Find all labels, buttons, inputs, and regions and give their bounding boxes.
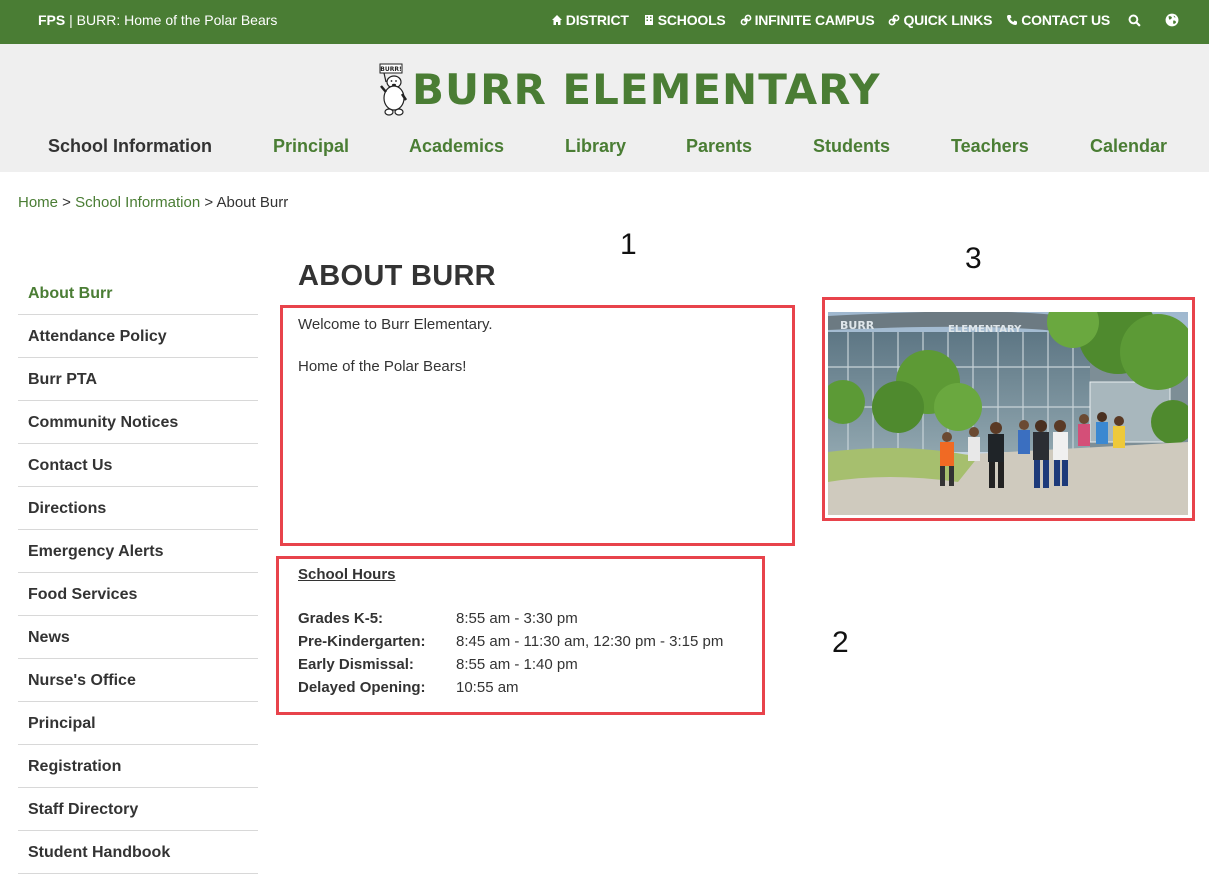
annotation-number-2: 2 (832, 626, 849, 659)
home-icon (551, 15, 562, 25)
schools-link-label: SCHOOLS (657, 12, 726, 28)
nav-students[interactable]: Students (813, 136, 890, 157)
nav-principal[interactable]: Principal (273, 136, 349, 157)
sidebar-item-news[interactable]: News (18, 616, 258, 659)
district-brand[interactable]: FPS | BURR: Home of the Polar Bears (38, 12, 277, 28)
sidebar-item-emergency-alerts[interactable]: Emergency Alerts (18, 530, 258, 573)
breadcrumb-separator: > (200, 194, 217, 211)
sidebar-item-staff-directory[interactable]: Staff Directory (18, 788, 258, 831)
main-nav: School Information Principal Academics L… (0, 136, 1209, 160)
site-header: BURR! BURR ELEMENTARY School Information… (0, 44, 1209, 172)
sidebar-item-food-services[interactable]: Food Services (18, 573, 258, 616)
utility-links: DISTRICT SCHOOLS INFINITE CAMPUS QUICK L… (551, 12, 1179, 28)
school-logo[interactable]: BURR! BURR ELEMENTARY (376, 62, 881, 118)
breadcrumb: Home > School Information > About Burr (18, 194, 288, 211)
globe-icon[interactable] (1165, 13, 1179, 27)
contact-us-link[interactable]: CONTACT US (1006, 12, 1110, 28)
building-icon (644, 15, 653, 25)
annotation-number-3: 3 (965, 242, 982, 275)
district-link-label: DISTRICT (565, 12, 629, 28)
sidebar-item-student-handbook[interactable]: Student Handbook (18, 831, 258, 874)
link-icon (889, 14, 900, 26)
link-icon (740, 14, 751, 26)
annotation-box-3 (822, 297, 1195, 521)
infinite-campus-link-label: INFINITE CAMPUS (754, 12, 875, 28)
nav-school-information[interactable]: School Information (48, 136, 212, 157)
logo-sign-text: BURR! (380, 66, 401, 73)
sidebar-item-principal[interactable]: Principal (18, 702, 258, 745)
top-bar: FPS | BURR: Home of the Polar Bears DIST… (0, 0, 1209, 44)
breadcrumb-school-information[interactable]: School Information (75, 194, 200, 211)
contact-us-link-label: CONTACT US (1021, 12, 1110, 28)
schools-link[interactable]: SCHOOLS (643, 12, 726, 28)
nav-calendar[interactable]: Calendar (1090, 136, 1167, 157)
quick-links-link[interactable]: QUICK LINKS (888, 12, 992, 28)
sidebar-item-registration[interactable]: Registration (18, 745, 258, 788)
phone-icon (1007, 15, 1018, 25)
breadcrumb-current: About Burr (216, 194, 289, 211)
quick-links-link-label: QUICK LINKS (903, 12, 993, 28)
page-title: ABOUT BURR (298, 260, 496, 292)
brand-strong: FPS (38, 12, 66, 28)
sidebar-item-contact-us[interactable]: Contact Us (18, 444, 258, 487)
nav-academics[interactable]: Academics (409, 136, 504, 157)
district-link[interactable]: DISTRICT (551, 12, 629, 28)
sidebar-item-nurses-office[interactable]: Nurse's Office (18, 659, 258, 702)
annotation-number-1: 1 (620, 228, 637, 261)
sidebar-item-attendance-policy[interactable]: Attendance Policy (18, 315, 258, 358)
breadcrumb-separator: > (58, 194, 76, 211)
annotation-box-2 (276, 556, 765, 715)
polar-bear-icon: BURR! (379, 63, 408, 116)
nav-parents[interactable]: Parents (686, 136, 752, 157)
search-icon[interactable] (1128, 14, 1141, 27)
sidebar-item-about-burr[interactable]: About Burr (18, 272, 258, 315)
brand-rest: | BURR: Home of the Polar Bears (65, 12, 278, 28)
sidebar-item-burr-pta[interactable]: Burr PTA (18, 358, 258, 401)
annotation-box-1 (280, 305, 795, 546)
sidebar-nav: About Burr Attendance Policy Burr PTA Co… (18, 272, 258, 874)
sidebar-item-community-notices[interactable]: Community Notices (18, 401, 258, 444)
sidebar-item-directions[interactable]: Directions (18, 487, 258, 530)
nav-library[interactable]: Library (565, 136, 626, 157)
breadcrumb-home[interactable]: Home (18, 194, 58, 211)
logo-text: BURR ELEMENTARY (412, 65, 881, 114)
nav-teachers[interactable]: Teachers (951, 136, 1029, 157)
infinite-campus-link[interactable]: INFINITE CAMPUS (740, 12, 875, 28)
